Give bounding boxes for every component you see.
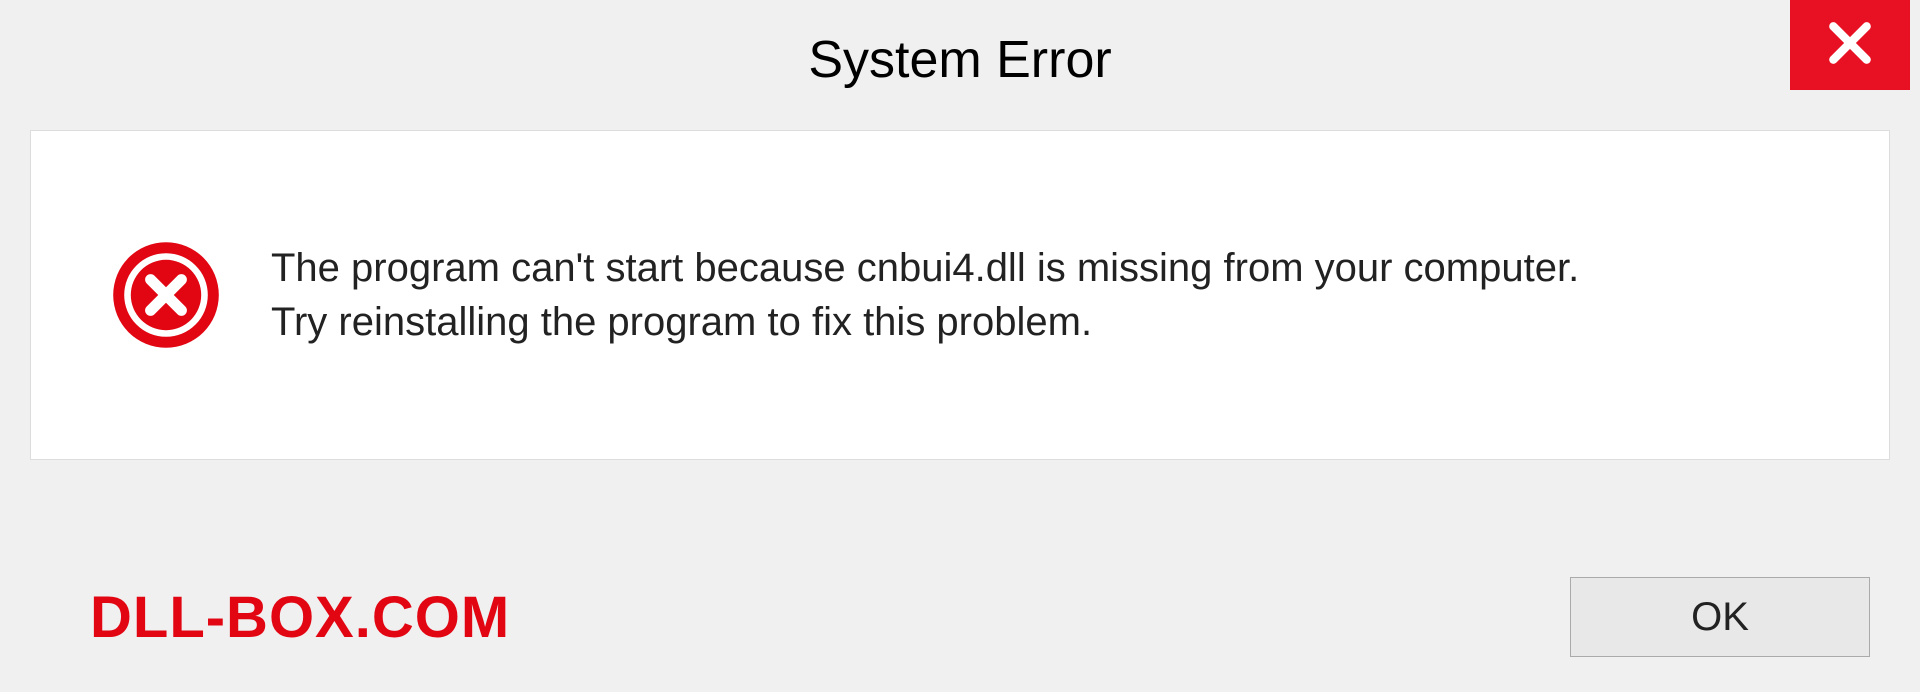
message-line-1: The program can't start because cnbui4.d… (271, 241, 1889, 295)
window-title: System Error (808, 30, 1111, 90)
ok-button-label: OK (1691, 595, 1749, 640)
titlebar: System Error (0, 0, 1920, 120)
watermark-text: DLL-BOX.COM (90, 584, 510, 651)
message-panel: The program can't start because cnbui4.d… (30, 130, 1890, 460)
footer: DLL-BOX.COM OK (30, 562, 1890, 672)
ok-button[interactable]: OK (1570, 577, 1870, 657)
error-icon (111, 240, 221, 350)
close-icon (1825, 18, 1875, 73)
message-text: The program can't start because cnbui4.d… (271, 241, 1889, 349)
message-line-2: Try reinstalling the program to fix this… (271, 295, 1889, 349)
close-button[interactable] (1790, 0, 1910, 90)
